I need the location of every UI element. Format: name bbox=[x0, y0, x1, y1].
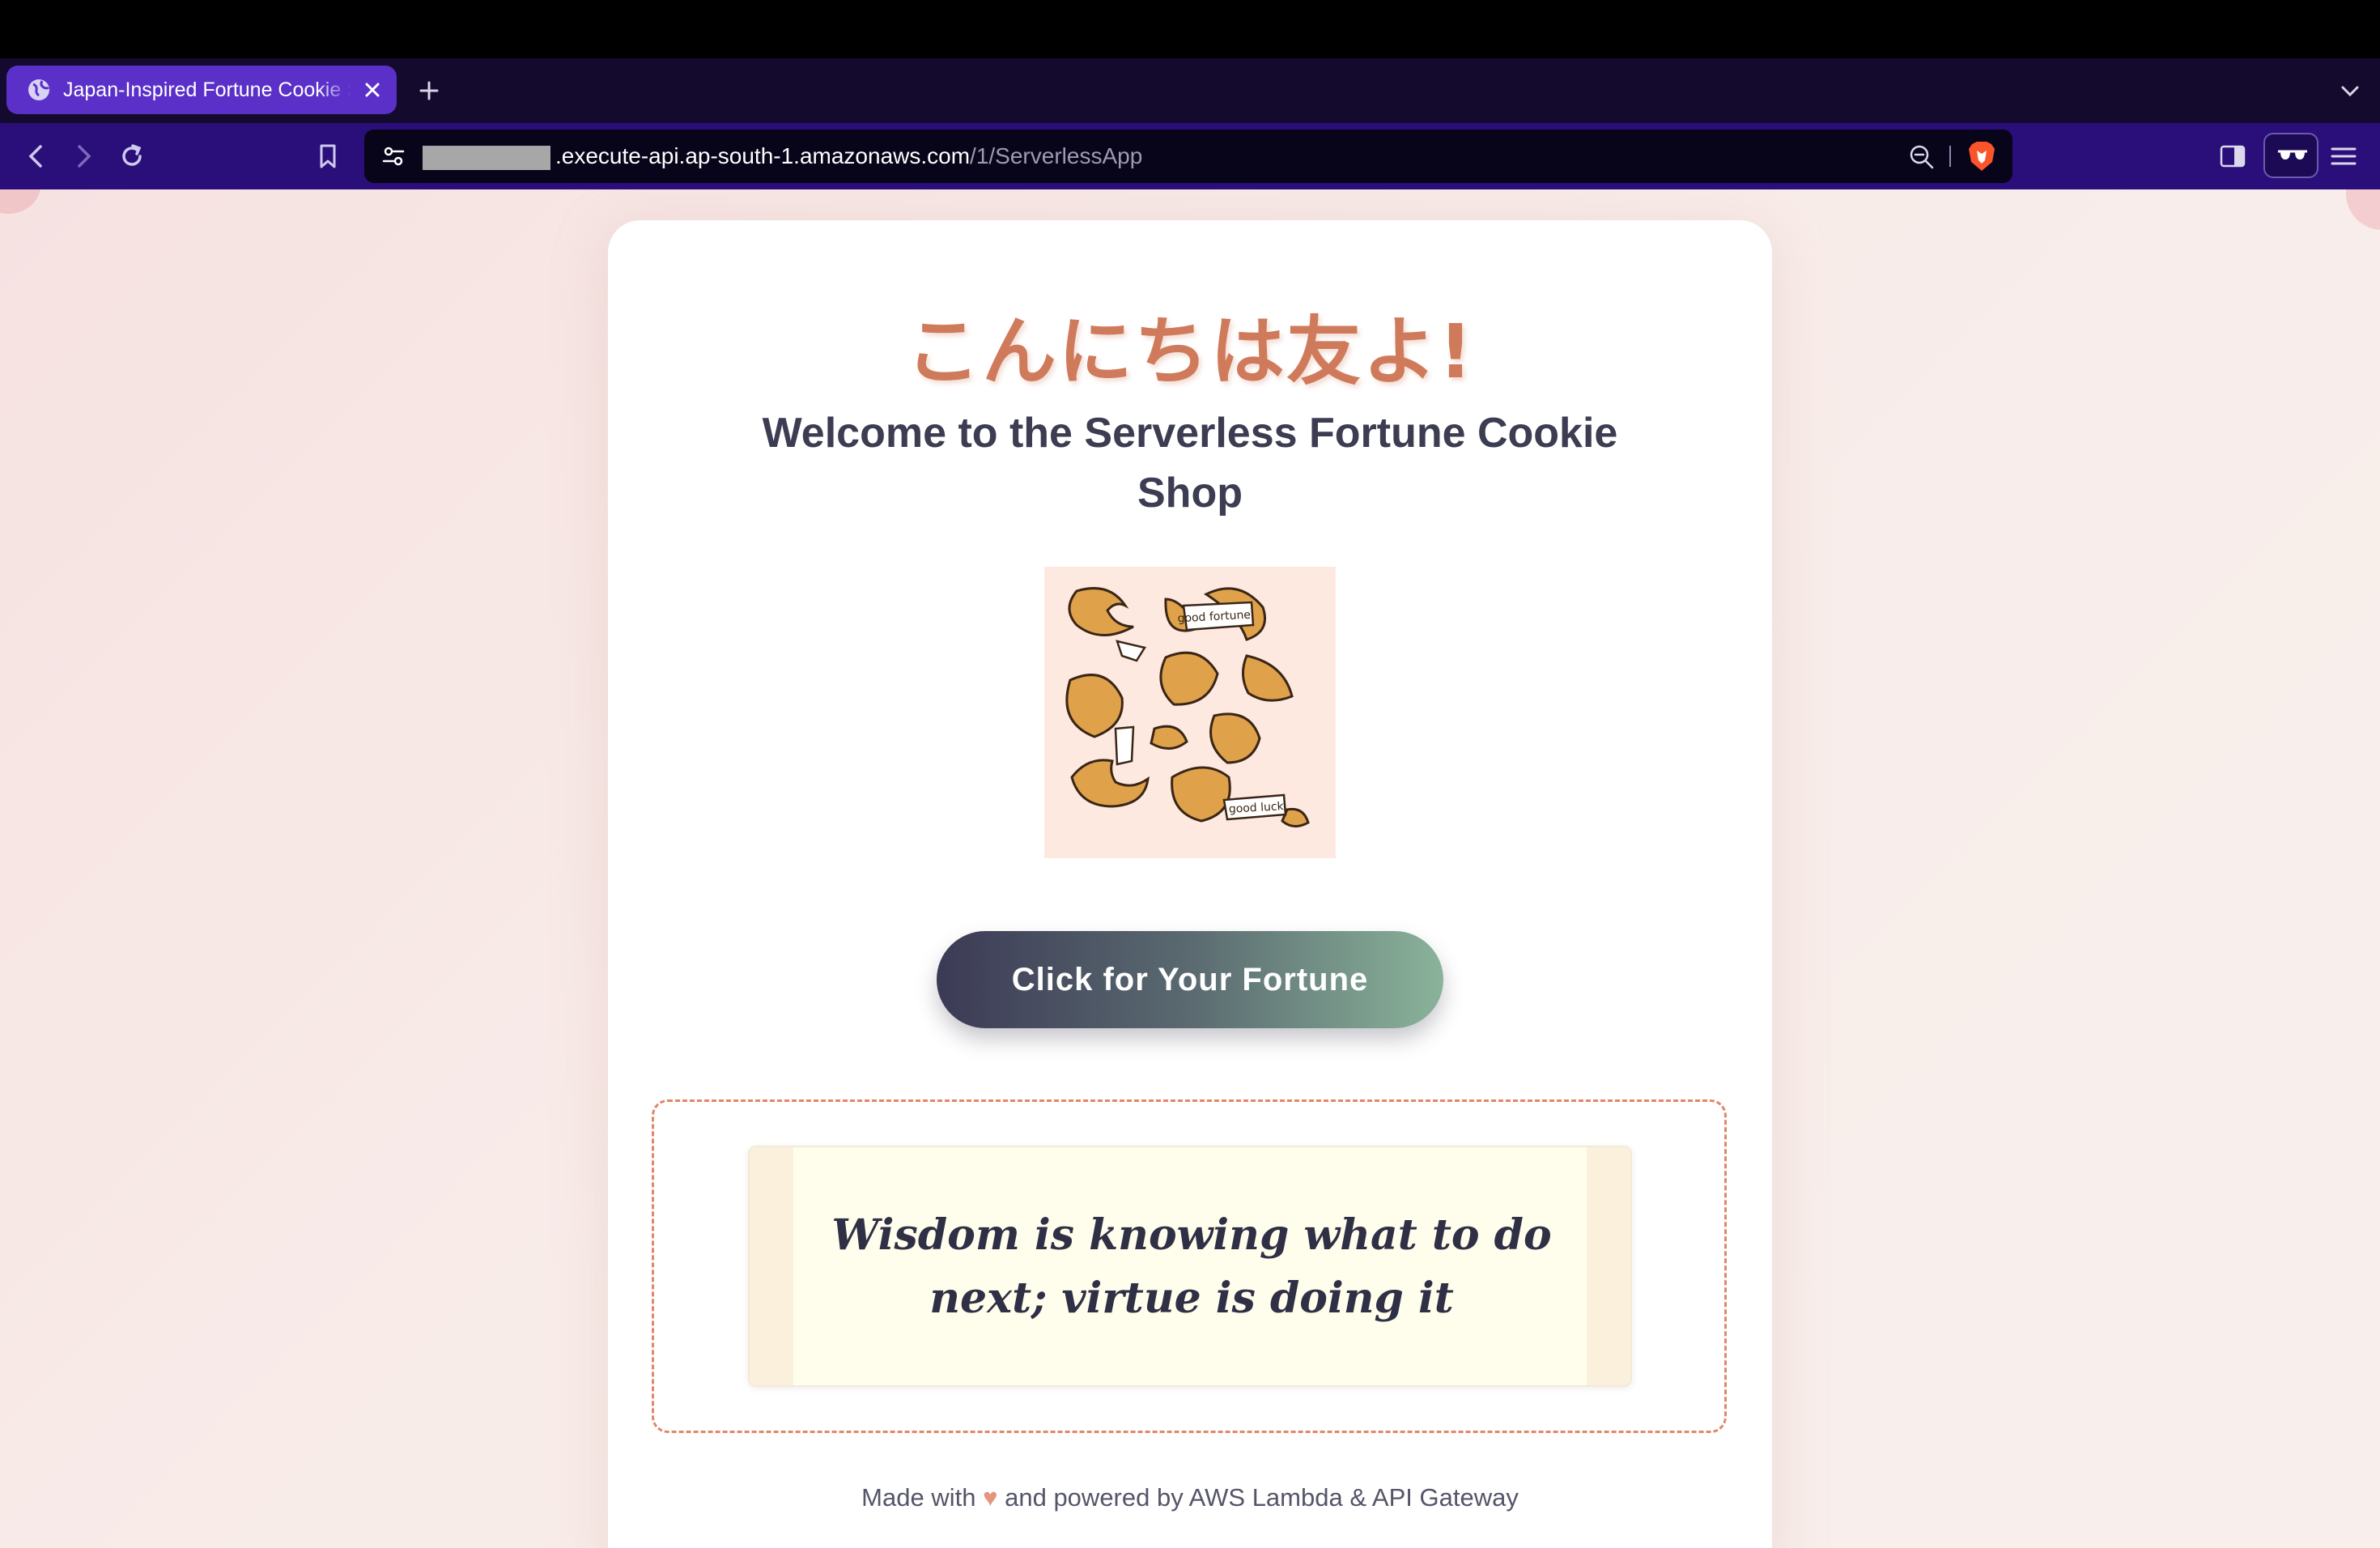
url-path: /1/ServerlessApp bbox=[970, 143, 1143, 168]
url-text[interactable]: .execute-api.ap-south-1.amazonaws.com/1/… bbox=[555, 130, 1142, 183]
reader-mode-icon bbox=[2278, 150, 2307, 159]
back-icon[interactable] bbox=[19, 139, 53, 173]
page-viewport: こんにちは友よ! Welcome to the Serverless Fortu… bbox=[0, 189, 2380, 1548]
forward-icon[interactable] bbox=[66, 139, 100, 173]
fortune-paper: Wisdom is knowing what to do next; virtu… bbox=[748, 1146, 1632, 1387]
bookmark-icon[interactable] bbox=[311, 139, 345, 173]
decorative-blob-left bbox=[0, 189, 40, 214]
sidebar-icon[interactable] bbox=[2218, 142, 2247, 170]
paper-edge-right bbox=[1587, 1147, 1630, 1385]
japanese-greeting: こんにちは友よ! bbox=[906, 308, 1474, 395]
address-divider bbox=[1949, 146, 1951, 167]
fortune-message: Wisdom is knowing what to do next; virtu… bbox=[831, 1210, 1552, 1323]
plus-icon[interactable] bbox=[414, 76, 444, 105]
fortune-container: Wisdom is knowing what to do next; virtu… bbox=[652, 1099, 1727, 1433]
zoom-icon[interactable] bbox=[1907, 142, 1935, 170]
footer-suffix: and powered by AWS Lambda & API Gateway bbox=[1005, 1483, 1519, 1512]
reader-mode-button[interactable] bbox=[2263, 133, 2318, 178]
brave-shields-icon[interactable] bbox=[1966, 139, 1998, 173]
footer-credit: Made with ♥ and powered by AWS Lambda & … bbox=[608, 1483, 1772, 1512]
chevron-down-icon[interactable] bbox=[2338, 81, 2362, 100]
globe-icon bbox=[28, 79, 50, 100]
fortune-button[interactable]: Click for Your Fortune bbox=[937, 931, 1443, 1028]
tune-icon[interactable] bbox=[380, 143, 406, 169]
decorative-blob-right bbox=[2346, 189, 2380, 230]
paper-edge-left bbox=[750, 1147, 793, 1385]
window-top-bar bbox=[0, 0, 2380, 58]
welcome-heading: Welcome to the Serverless Fortune Cookie… bbox=[762, 410, 1618, 517]
close-icon[interactable] bbox=[361, 79, 384, 101]
tab-strip: Japan-Inspired Fortune Cookie Shop bbox=[0, 58, 2380, 123]
browser-toolbar: .execute-api.ap-south-1.amazonaws.com/1/… bbox=[0, 123, 2380, 189]
address-bar[interactable]: .execute-api.ap-south-1.amazonaws.com/1/… bbox=[364, 130, 2012, 183]
menu-icon[interactable] bbox=[2328, 142, 2359, 170]
reload-icon[interactable] bbox=[115, 139, 149, 173]
main-card: こんにちは友よ! Welcome to the Serverless Fortu… bbox=[608, 220, 1772, 1548]
redacted-subdomain bbox=[423, 146, 550, 170]
fortune-cookies-illustration: good fortune good luck bbox=[1044, 567, 1336, 858]
tab-title: Japan-Inspired Fortune Cookie Shop bbox=[63, 79, 351, 101]
footer-prefix: Made with bbox=[861, 1483, 976, 1512]
heart-icon: ♥ bbox=[983, 1483, 998, 1512]
active-tab[interactable]: Japan-Inspired Fortune Cookie Shop bbox=[6, 66, 397, 114]
url-host: .execute-api.ap-south-1.amazonaws.com bbox=[555, 143, 971, 168]
